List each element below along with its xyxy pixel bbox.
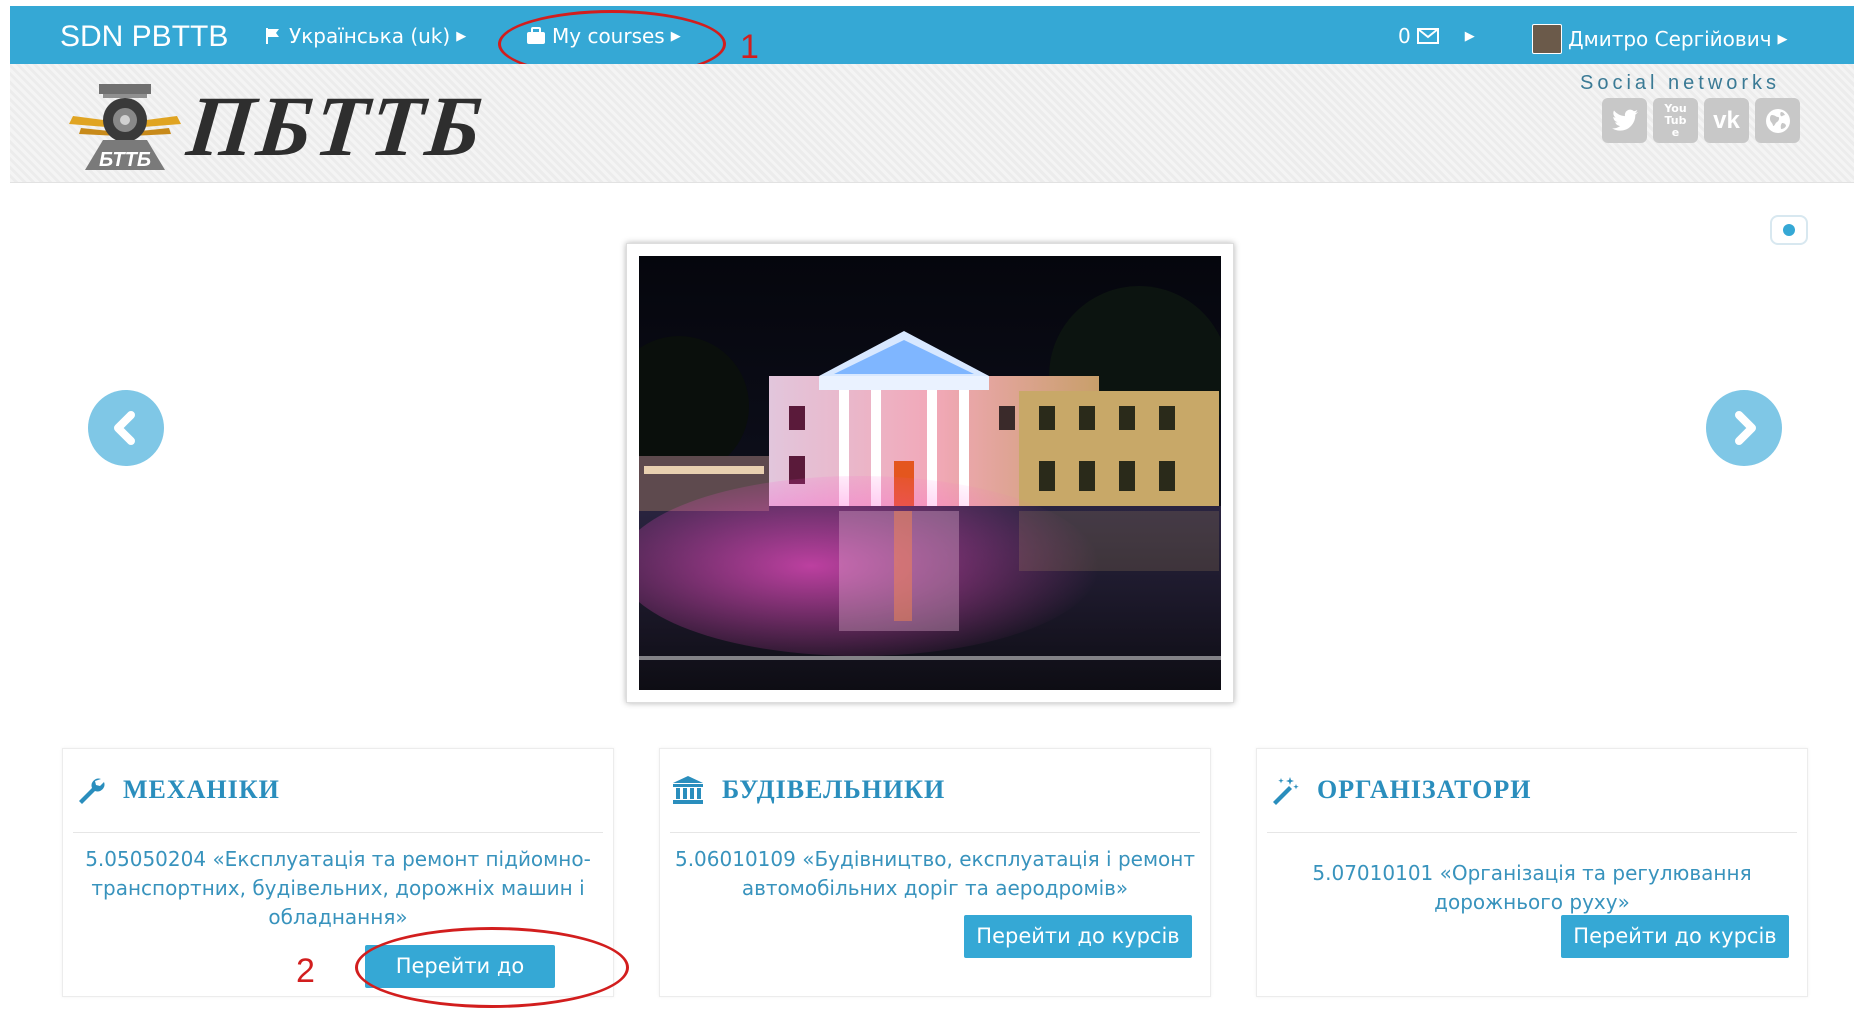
divider	[670, 832, 1200, 833]
bank-icon	[673, 776, 703, 804]
go-to-courses-button[interactable]: Перейти до курсів	[1561, 915, 1789, 958]
chevron-right-icon	[1735, 411, 1756, 445]
panel-title: ОРГАНІЗАТОРИ	[1317, 775, 1532, 804]
youtube-icon[interactable]: You Tube	[1653, 98, 1698, 143]
panel-header: МЕХАНІКИ	[75, 775, 280, 805]
slider-prev-button[interactable]	[88, 390, 164, 466]
messages-count: 0	[1398, 24, 1411, 48]
panel-header: ОРГАНІЗАТОРИ	[1269, 775, 1531, 805]
go-to-courses-button[interactable]: Перейти до курсів	[365, 945, 555, 1021]
envelope-icon	[1416, 28, 1439, 44]
chevron-left-icon	[114, 411, 135, 445]
panel-mechanics: МЕХАНІКИ 5.05050204 «Експлуатація та рем…	[62, 748, 614, 1021]
twitter-icon[interactable]	[1602, 98, 1647, 143]
messages-menu[interactable]: 0 ▶	[1398, 24, 1475, 48]
social-networks-title: Social networks	[1580, 72, 1781, 94]
slider-image-frame	[626, 243, 1234, 703]
social-icons: You Tube vk	[1602, 98, 1800, 143]
caret-right-icon: ▶	[1777, 31, 1788, 47]
panel-description[interactable]: 5.07010101 «Організація та регулювання д…	[1297, 859, 1767, 917]
avatar	[1532, 24, 1562, 54]
slider-image	[639, 256, 1221, 690]
site-header: БТТБ ПБТТБ Social networks You Tube vk	[10, 64, 1854, 183]
panel-title: МЕХАНІКИ	[123, 775, 280, 804]
slider-next-button[interactable]	[1706, 390, 1782, 466]
caret-right-icon: ▶	[670, 28, 681, 44]
emblem-text: БТТБ	[99, 149, 151, 171]
magic-wand-icon	[1273, 777, 1299, 805]
site-brand[interactable]: SDN PBTTB	[60, 20, 228, 54]
annotation-number-2: 2	[296, 952, 315, 990]
my-courses-label: My courses	[552, 24, 665, 48]
panel-organizers: ОРГАНІЗАТОРИ 5.07010101 «Організація та …	[1256, 748, 1808, 997]
caret-right-icon: ▶	[1464, 28, 1475, 44]
wrench-icon	[79, 778, 105, 804]
slider-indicator[interactable]	[1770, 215, 1808, 245]
globe-icon[interactable]	[1755, 98, 1800, 143]
user-name: Дмитро Сергійович	[1568, 27, 1772, 51]
language-label: Українська (uk)	[289, 24, 451, 48]
top-navbar: SDN PBTTB Українська (uk) ▶ My courses ▶…	[10, 6, 1854, 64]
panel-header: БУДІВЕЛЬНИКИ	[672, 775, 945, 805]
annotation-number-1: 1	[740, 28, 759, 66]
panel-description[interactable]: 5.05050204 «Експлуатація та ремонт підйо…	[75, 845, 601, 932]
user-menu[interactable]: Дмитро Сергійович ▶	[1532, 24, 1788, 54]
college-emblem-icon: БТТБ	[69, 84, 181, 171]
my-courses-menu[interactable]: My courses ▶	[526, 24, 681, 48]
briefcase-icon	[527, 27, 545, 44]
panel-builders: БУДІВЕЛЬНИКИ 5.06010109 «Будівництво, ек…	[659, 748, 1211, 997]
panel-title: БУДІВЕЛЬНИКИ	[722, 775, 946, 804]
divider	[1267, 832, 1797, 833]
language-menu[interactable]: Українська (uk) ▶	[265, 24, 466, 48]
slider-dot	[1783, 224, 1795, 236]
site-logo-text[interactable]: ПБТТБ	[183, 76, 490, 176]
go-to-courses-button[interactable]: Перейти до курсів	[964, 915, 1192, 958]
divider	[73, 832, 603, 833]
youtube-label: You Tube	[1664, 101, 1687, 139]
flag-icon	[266, 28, 279, 44]
panel-description[interactable]: 5.06010109 «Будівництво, експлуатація і …	[672, 845, 1198, 903]
vk-icon[interactable]: vk	[1704, 98, 1749, 143]
vk-label: vk	[1713, 106, 1740, 134]
caret-right-icon: ▶	[456, 28, 467, 44]
